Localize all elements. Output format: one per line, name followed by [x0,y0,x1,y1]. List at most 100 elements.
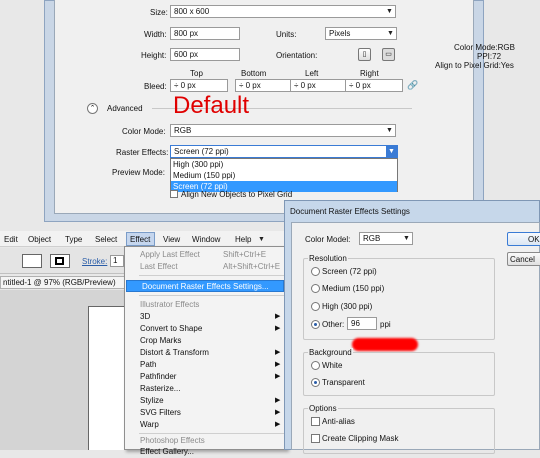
bg-white-label: White [322,361,343,370]
advanced-label: Advanced [107,104,143,113]
menu-item-last-effect[interactable]: Last Effect Alt+Shift+Ctrl+E [125,261,285,273]
stroke-swatch[interactable] [50,254,70,268]
width-field[interactable]: 800 px [170,27,240,40]
menu-item-crop-marks[interactable]: Crop Marks [125,335,285,347]
size-label: Size: [150,8,168,17]
chevron-right-icon: ▶ [275,397,281,404]
bleed-left-field[interactable]: ÷ 0 px [290,79,348,92]
menu-item-document-raster-effects-settings[interactable]: Document Raster Effects Settings... [126,280,284,292]
link-bleed-icon[interactable]: 🔗 [407,80,418,91]
menu-item-stylize-label: Stylize [140,396,164,405]
chevron-right-icon: ▶ [275,361,281,368]
menu-edit[interactable]: Edit [4,235,18,244]
bleed-right-field[interactable]: ÷ 0 px [345,79,403,92]
height-field[interactable]: 600 px [170,48,240,61]
size-dropdown[interactable]: 800 x 600 [170,5,396,18]
menu-item-svg-filters[interactable]: SVG Filters ▶ [125,407,285,419]
raster-option-high[interactable]: High (300 ppi) [171,159,397,170]
photoshop-effects-label: Photoshop Effects [140,436,205,445]
menu-item-3d[interactable]: 3D ▶ [125,311,285,323]
bleed-bottom-field[interactable]: ÷ 0 px [235,79,293,92]
bg-white-radio[interactable] [311,361,320,370]
bleed-label: Bleed: [144,82,167,91]
chevron-right-icon: ▶ [275,421,281,428]
redaction-blob [352,338,418,351]
menu-item-distort-transform[interactable]: Distort & Transform ▶ [125,347,285,359]
bleed-left-value: 0 px [300,81,316,90]
artboard[interactable] [88,306,125,450]
size-value: 800 x 600 [174,7,210,16]
chevron-down-icon: ▼ [386,127,393,134]
menu-window[interactable]: Window [192,235,220,244]
info-color-mode: Color Mode:RGB [454,43,515,52]
menu-item-stylize[interactable]: Stylize ▶ [125,395,285,407]
document-tab[interactable]: ntitled-1 @ 97% (RGB/Preview) [0,276,125,289]
menu-item-apply-last-effect[interactable]: Apply Last Effect Shift+Ctrl+E [125,249,285,261]
bleed-left-header: Left [305,69,319,78]
menu-separator [139,295,285,296]
default-annotation: Default [173,92,250,119]
bg-transparent-radio[interactable] [311,378,320,387]
menu-item-convert-to-shape[interactable]: Convert to Shape ▶ [125,323,285,335]
align-pixel-grid-checkbox[interactable] [170,190,178,198]
menu-object[interactable]: Object [28,235,51,244]
menu-item-warp-label: Warp [140,420,159,429]
chevron-down-icon[interactable]: ▼ [386,146,397,157]
clipping-mask-checkbox[interactable] [311,434,320,443]
menu-item-pathfinder-label: Pathfinder [140,372,177,381]
raster-option-medium[interactable]: Medium (150 ppi) [171,170,397,181]
menu-help[interactable]: Help [235,235,251,244]
bleed-top-field[interactable]: ÷ 0 px [170,79,228,92]
other-ppi-input[interactable]: 96 [347,317,377,330]
res-other-radio[interactable] [311,320,320,329]
portrait-orientation-icon[interactable]: ▯ [358,48,371,61]
raster-effects-label: Raster Effects: [116,148,169,157]
bleed-bottom-value: 0 px [245,81,261,90]
menu-type[interactable]: Type [65,235,82,244]
color-model-value: RGB [363,234,381,243]
res-medium-label: Medium (150 ppi) [322,284,385,293]
res-high-radio[interactable] [311,302,320,311]
menu-effect-label: Effect [130,235,151,244]
background-label: Background [308,348,353,357]
collapse-advanced-icon[interactable]: ⌃ [87,103,98,114]
ok-button[interactable]: OK [507,232,540,246]
stroke-weight-field[interactable]: 1 [110,255,124,267]
cancel-button[interactable]: Cancel [507,252,540,266]
res-screen-radio[interactable] [311,267,320,276]
apply-last-effect-label: Apply Last Effect [140,250,200,259]
menu-item-effect-gallery[interactable]: Effect Gallery... [125,446,285,458]
color-mode-dropdown[interactable]: RGB [170,124,396,137]
stroke-weight-value: 1 [113,256,118,265]
menu-select[interactable]: Select [95,235,117,244]
res-high-label: High (300 ppi) [322,302,373,311]
color-mode-label: Color Mode: [122,127,166,136]
info-align: Align to Pixel Grid:Yes [435,61,514,70]
res-screen-label: Screen (72 ppi) [322,267,377,276]
illustrator-effects-label: Illustrator Effects [140,300,200,309]
menu-item-rasterize[interactable]: Rasterize... [125,383,285,395]
menu-item-path[interactable]: Path ▶ [125,359,285,371]
ok-button-label: OK [528,235,540,244]
anti-alias-checkbox[interactable] [311,417,320,426]
menu-item-pathfinder[interactable]: Pathfinder ▶ [125,371,285,383]
clipping-mask-label: Create Clipping Mask [322,434,399,443]
raster-effects-dropdown[interactable]: Screen (72 ppi) [170,145,398,158]
bleed-bottom-header: Bottom [241,69,267,78]
fill-swatch[interactable] [22,254,42,268]
landscape-orientation-icon[interactable]: ▭ [382,48,395,61]
menu-item-distort-label: Distort & Transform [140,348,209,357]
bleed-top-header: Top [190,69,203,78]
anti-alias-label: Anti-alias [322,417,355,426]
cancel-button-label: Cancel [510,255,535,264]
chevron-down-icon: ▼ [386,8,393,15]
menu-view[interactable]: View [163,235,180,244]
width-label: Width: [144,30,167,39]
menu-item-warp[interactable]: Warp ▶ [125,419,285,431]
apply-last-effect-shortcut: Shift+Ctrl+E [223,250,267,259]
menu-separator [139,433,285,434]
menu-effect[interactable]: Effect [126,232,155,246]
bleed-top-value: 0 px [180,81,196,90]
chevron-right-icon: ▶ [275,313,281,320]
res-medium-radio[interactable] [311,284,320,293]
